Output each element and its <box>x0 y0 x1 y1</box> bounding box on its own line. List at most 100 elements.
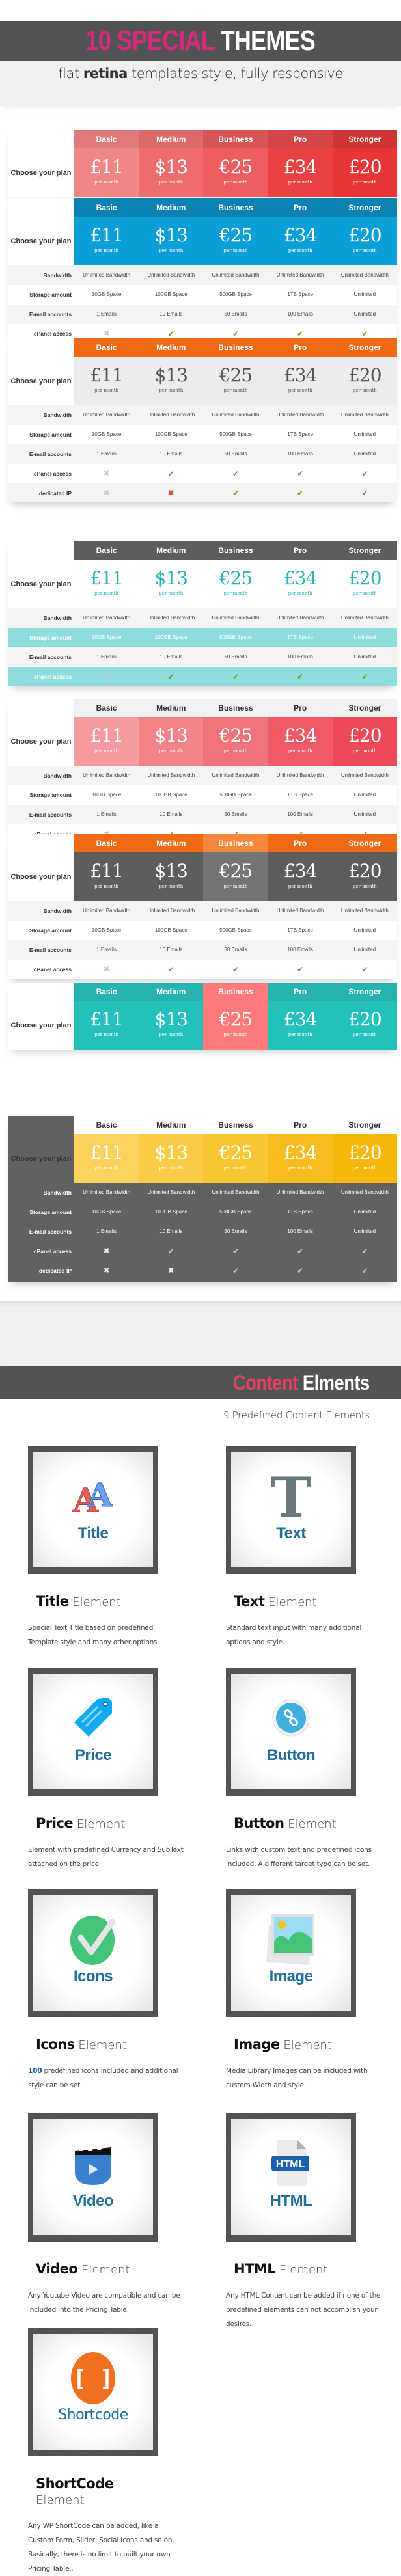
desc-highlight: 100 <box>28 2067 42 2075</box>
price: £11 <box>90 860 123 882</box>
price: $13 <box>154 364 188 386</box>
price-box: £34 per month <box>268 148 333 197</box>
feature-value: 500GB Space <box>219 634 252 640</box>
price-box: £11 per month <box>74 1134 139 1183</box>
svg-text:[ ]: [ ] <box>73 2366 113 2392</box>
feature-row: E-mail accounts 1 Emails 10 Emails 50 Email… <box>8 444 397 464</box>
feature-row: cPanel access ✖ ✔ ✔ ✔ ✔ <box>8 667 397 686</box>
feature-label: Storage amount <box>29 291 72 298</box>
plan-features: Bandwidth Unlimited Bandwidth Unlimited Ba… <box>8 265 397 338</box>
element-name: Title Element <box>28 1593 158 1609</box>
element-preview-frame: Icons <box>28 1889 158 2017</box>
check-circle-icon <box>33 1913 153 1965</box>
check-icon: ✔ <box>232 329 239 338</box>
check-icon: ✔ <box>167 329 174 338</box>
feature-value: Unlimited <box>353 947 376 953</box>
plan-column: Basic £11 per month <box>74 834 139 901</box>
price: £34 <box>283 725 317 746</box>
feature-value: Unlimited Bandwidth <box>83 772 131 778</box>
price-box: $13 per month <box>139 1134 204 1183</box>
plan-name: Stronger <box>332 834 397 852</box>
element-description: Any WP ShortCode can be added, like a Cu… <box>28 2519 184 2576</box>
plan-name: Basic <box>74 541 139 560</box>
feature-value: Unlimited Bandwidth <box>83 272 131 278</box>
feature-label: dedicated IP <box>38 1268 72 1274</box>
plan-column: Business €25 per month <box>203 130 268 197</box>
feature-label: dedicated IP <box>38 490 72 496</box>
feature-value: ✔ <box>268 464 333 483</box>
check-icon: ✔ <box>361 1247 368 1256</box>
feature-value: 500GB Space <box>219 792 252 798</box>
feature-value: 1 Emails <box>96 811 117 817</box>
price: €25 <box>219 1142 253 1163</box>
plan-column: Stronger £20 per month <box>332 338 397 405</box>
price: $13 <box>154 725 188 746</box>
per-month: per month <box>159 591 184 596</box>
feature-value: ✔ <box>203 667 268 686</box>
element-name-suffix: Element <box>275 2263 328 2277</box>
feature-label: cPanel access <box>33 331 72 337</box>
feature-row: Storage amount 10GB Space 100GB Space 500GB… <box>8 425 397 444</box>
plan-name: Medium <box>139 541 204 560</box>
feature-label: Bandwidth <box>43 908 72 914</box>
feature-value: Unlimited Bandwidth <box>212 908 260 914</box>
cross-icon: ✖ <box>103 330 110 338</box>
per-month: per month <box>159 884 184 889</box>
price-box: £20 per month <box>332 1001 397 1050</box>
feature-value: 10 Emails <box>159 1228 183 1234</box>
per-month: per month <box>288 1165 312 1171</box>
price: £34 <box>283 156 317 178</box>
feature-value: Unlimited <box>353 811 376 817</box>
plan-name: Business <box>203 338 268 357</box>
feature-value: ✔ <box>203 483 268 502</box>
element-preview-caption: Shortcode <box>58 2407 128 2423</box>
plan-name: Medium <box>139 338 204 357</box>
element-name-suffix: Element <box>284 1817 337 1831</box>
element-description: Special Text Title based on predefined T… <box>28 1621 184 1649</box>
per-month: per month <box>288 1032 312 1037</box>
feature-row: Storage amount 10GB Space 100GB Space 500GB… <box>8 285 397 305</box>
feature-value: 50 Emails <box>224 451 247 457</box>
feature-row: cPanel access ✖ ✔ ✔ ✔ ✔ <box>8 464 397 483</box>
price: £20 <box>348 1142 381 1163</box>
signup-cell: Sign Up <box>203 1281 268 1282</box>
feature-value: 1 Emails <box>96 1228 117 1234</box>
feature-value: Unlimited Bandwidth <box>276 272 324 278</box>
price: €25 <box>219 1009 253 1030</box>
element-name: Icons Element <box>28 2037 158 2052</box>
per-month: per month <box>352 1032 377 1037</box>
per-month: per month <box>159 180 184 185</box>
image-icon <box>231 1913 351 1965</box>
feature-value: 100GB Space <box>154 1209 187 1215</box>
feature-value: 10GB Space <box>91 634 122 640</box>
choose-plan-label: Choose your plan <box>10 738 72 746</box>
plan-name: Pro <box>268 338 333 357</box>
element-name-suffix: Element <box>77 2263 130 2277</box>
price-tag-icon <box>33 1692 153 1744</box>
price: €25 <box>219 156 253 178</box>
element-preview-caption: Text <box>276 1525 306 1542</box>
feature-value: Unlimited Bandwidth <box>147 908 195 914</box>
feature-label: Bandwidth <box>43 272 72 278</box>
price: £11 <box>90 364 123 386</box>
element-name-bold: Price <box>36 1815 74 1831</box>
plan-name: Medium <box>139 198 204 217</box>
price-box: £20 per month <box>332 1134 397 1183</box>
feature-value: 10GB Space <box>91 1209 122 1215</box>
plan-name: Basic <box>74 130 139 148</box>
desc-text: Standard text input with many additional… <box>226 1624 362 1646</box>
feature-value: Unlimited Bandwidth <box>147 412 195 418</box>
feature-value: ✔ <box>333 483 397 502</box>
desc-text: predefined icons included and additional… <box>28 2067 178 2089</box>
price-box: £11 per month <box>74 717 139 766</box>
feature-value: 10 Emails <box>159 947 183 953</box>
element-description: Standard text input with many additional… <box>226 1621 382 1649</box>
feature-value: Unlimited <box>353 927 376 933</box>
content-elements-banner: Content Elments <box>0 1366 401 1399</box>
check-icon: ✔ <box>297 489 304 498</box>
signup-cell: Sign Up <box>139 1281 203 1282</box>
feature-row: cPanel access ✖ ✔ ✔ ✔ ✔ <box>8 1241 397 1261</box>
cross-icon: ✖ <box>103 470 110 478</box>
element-preview: A A Title <box>33 1452 153 1567</box>
plan-column: Basic £11 per month <box>74 699 139 766</box>
